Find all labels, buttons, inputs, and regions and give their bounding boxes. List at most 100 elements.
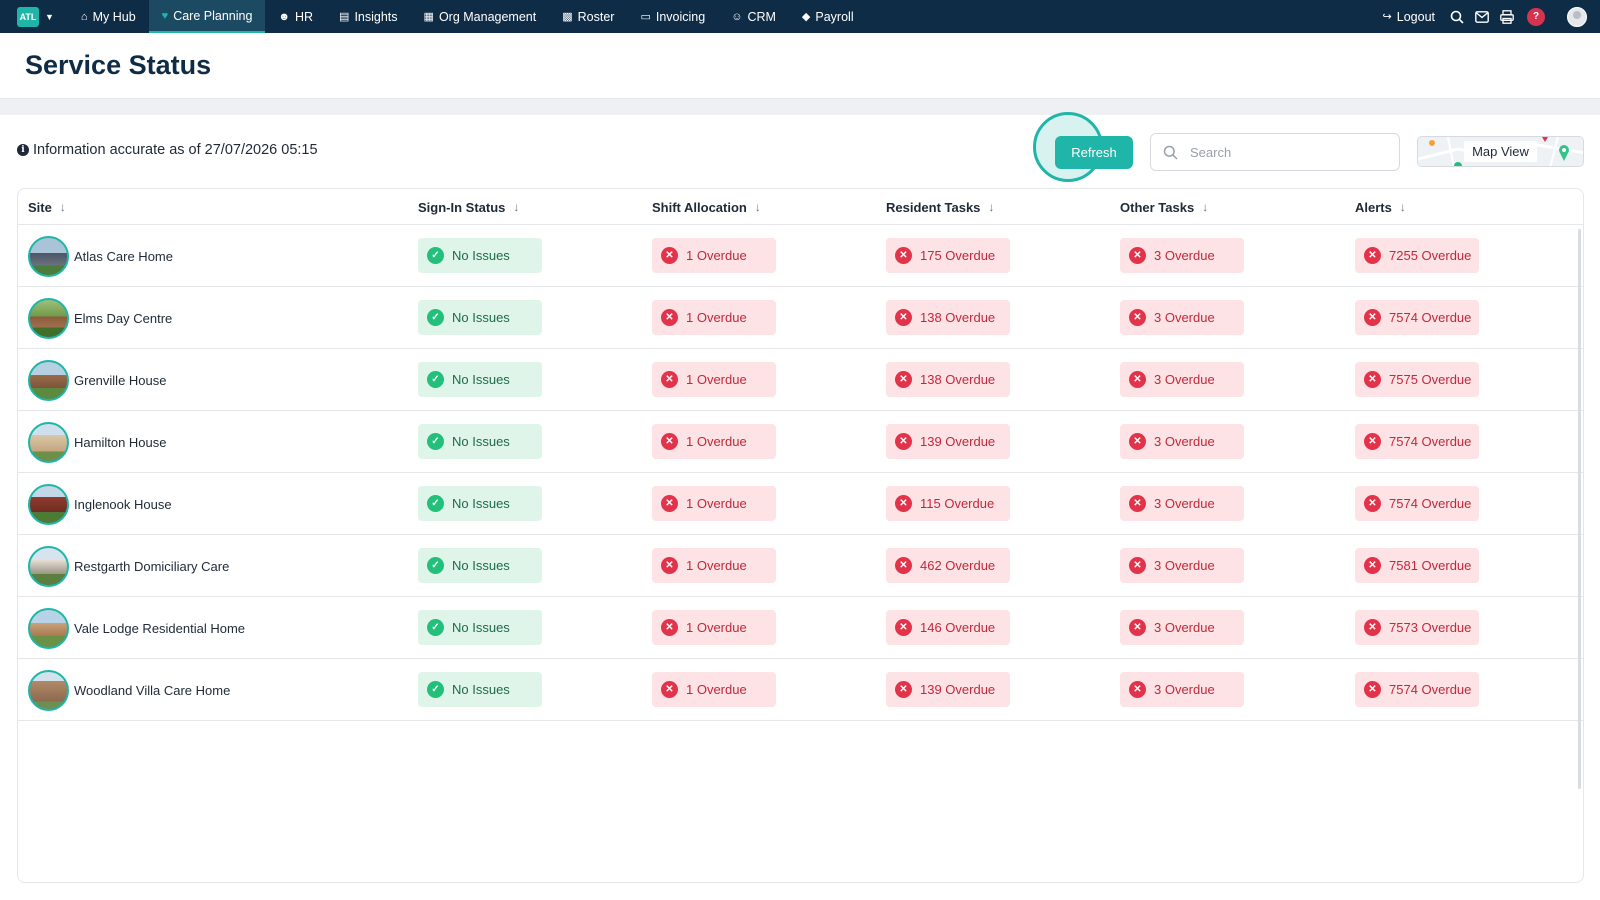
other-tasks-badge[interactable]: ✕ 3 Overdue bbox=[1120, 486, 1244, 521]
table-row[interactable]: Grenville House ✓ No Issues ✕ 1 Overdue ✕ 1… bbox=[18, 349, 1583, 411]
nav-item-hr[interactable]: ☻ HR bbox=[265, 0, 326, 33]
shift-allocation-badge[interactable]: ✕ 1 Overdue bbox=[652, 548, 776, 583]
table-scrollbar[interactable] bbox=[1578, 229, 1581, 789]
resident-tasks-badge[interactable]: ✕ 138 Overdue bbox=[886, 362, 1010, 397]
nav-item-label: My Hub bbox=[92, 9, 136, 24]
map-view-button[interactable]: Map View bbox=[1417, 136, 1584, 167]
resident-tasks-badge[interactable]: ✕ 146 Overdue bbox=[886, 610, 1010, 645]
sign-in-status-badge[interactable]: ✓ No Issues bbox=[418, 238, 542, 273]
table-row[interactable]: Inglenook House ✓ No Issues ✕ 1 Overdue ✕ 1… bbox=[18, 473, 1583, 535]
search-input[interactable] bbox=[1190, 144, 1390, 160]
alerts-badge[interactable]: ✕ 7575 Overdue bbox=[1355, 362, 1479, 397]
site-cell[interactable]: Inglenook House bbox=[28, 484, 172, 525]
table-row[interactable]: Elms Day Centre ✓ No Issues ✕ 1 Overdue ✕ 1… bbox=[18, 287, 1583, 349]
shift-allocation-badge[interactable]: ✕ 1 Overdue bbox=[652, 486, 776, 521]
site-cell[interactable]: Vale Lodge Residential Home bbox=[28, 608, 245, 649]
alerts-badge[interactable]: ✕ 7581 Overdue bbox=[1355, 548, 1479, 583]
column-header-other-tasks[interactable]: Other Tasks ↓ bbox=[1120, 189, 1208, 225]
table-header: Site ↓ Sign-In Status ↓ Shift Allocation ↓ … bbox=[18, 189, 1583, 225]
site-cell[interactable]: Atlas Care Home bbox=[28, 236, 173, 277]
site-cell[interactable]: Restgarth Domiciliary Care bbox=[28, 546, 229, 587]
alerts-badge[interactable]: ✕ 7574 Overdue bbox=[1355, 672, 1479, 707]
sign-in-status-badge[interactable]: ✓ No Issues bbox=[418, 424, 542, 459]
shift-allocation-badge[interactable]: ✕ 1 Overdue bbox=[652, 362, 776, 397]
site-cell[interactable]: Grenville House bbox=[28, 360, 167, 401]
user-avatar[interactable] bbox=[1567, 6, 1587, 27]
column-header-site[interactable]: Site ↓ bbox=[28, 189, 66, 225]
column-header-alerts[interactable]: Alerts ↓ bbox=[1355, 189, 1406, 225]
sign-in-status-badge[interactable]: ✓ No Issues bbox=[418, 300, 542, 335]
sign-in-status-badge[interactable]: ✓ No Issues bbox=[418, 610, 542, 645]
table-row[interactable]: Hamilton House ✓ No Issues ✕ 1 Overdue ✕ 13… bbox=[18, 411, 1583, 473]
alerts-badge[interactable]: ✕ 7573 Overdue bbox=[1355, 610, 1479, 645]
shift-allocation-badge[interactable]: ✕ 1 Overdue bbox=[652, 238, 776, 273]
resident-tasks-badge[interactable]: ✕ 139 Overdue bbox=[886, 424, 1010, 459]
help-button[interactable]: ? bbox=[1527, 7, 1545, 26]
refresh-button[interactable]: Refresh bbox=[1055, 136, 1133, 169]
resident-tasks-badge[interactable]: ✕ 175 Overdue bbox=[886, 238, 1010, 273]
nav-item-insights[interactable]: ▤ Insights bbox=[326, 0, 411, 33]
nav-item-org-management[interactable]: ▦ Org Management bbox=[411, 0, 550, 33]
alerts-badge[interactable]: ✕ 7255 Overdue bbox=[1355, 238, 1479, 273]
app-switcher[interactable]: ATL ▼ bbox=[17, 0, 54, 33]
badge-label: 1 Overdue bbox=[686, 248, 747, 263]
other-tasks-badge[interactable]: ✕ 3 Overdue bbox=[1120, 300, 1244, 335]
alerts-badge[interactable]: ✕ 7574 Overdue bbox=[1355, 300, 1479, 335]
table-row[interactable]: Atlas Care Home ✓ No Issues ✕ 1 Overdue ✕ 1… bbox=[18, 225, 1583, 287]
sign-in-status-badge[interactable]: ✓ No Issues bbox=[418, 672, 542, 707]
nav-item-roster[interactable]: ▩ Roster bbox=[549, 0, 627, 33]
sign-in-status-badge[interactable]: ✓ No Issues bbox=[418, 548, 542, 583]
shift-allocation-badge[interactable]: ✕ 1 Overdue bbox=[652, 300, 776, 335]
other-tasks-badge[interactable]: ✕ 3 Overdue bbox=[1120, 610, 1244, 645]
x-circle-icon: ✕ bbox=[661, 371, 678, 388]
shift-allocation-badge[interactable]: ✕ 1 Overdue bbox=[652, 424, 776, 459]
table-row[interactable]: Woodland Villa Care Home ✓ No Issues ✕ 1 O… bbox=[18, 659, 1583, 721]
table-row[interactable]: Vale Lodge Residential Home ✓ No Issues ✕… bbox=[18, 597, 1583, 659]
check-circle-icon: ✓ bbox=[427, 247, 444, 264]
logout-button[interactable]: ↪ Logout bbox=[1383, 10, 1435, 24]
badge-label: 138 Overdue bbox=[920, 372, 996, 387]
alerts-badge[interactable]: ✕ 7574 Overdue bbox=[1355, 424, 1479, 459]
nav-item-invoicing[interactable]: ▭ Invoicing bbox=[627, 0, 718, 33]
other-tasks-badge[interactable]: ✕ 3 Overdue bbox=[1120, 238, 1244, 273]
column-header-resident-tasks[interactable]: Resident Tasks ↓ bbox=[886, 189, 994, 225]
mail-icon[interactable] bbox=[1474, 9, 1490, 25]
column-header-shift-allocation[interactable]: Shift Allocation ↓ bbox=[652, 189, 761, 225]
column-header-sign-in-status[interactable]: Sign-In Status ↓ bbox=[418, 189, 519, 225]
search-icon[interactable] bbox=[1449, 9, 1465, 25]
other-tasks-badge[interactable]: ✕ 3 Overdue bbox=[1120, 672, 1244, 707]
site-cell[interactable]: Woodland Villa Care Home bbox=[28, 670, 230, 711]
site-cell[interactable]: Hamilton House bbox=[28, 422, 167, 463]
nav-item-my-hub[interactable]: ⌂ My Hub bbox=[68, 0, 149, 33]
sign-in-status-badge[interactable]: ✓ No Issues bbox=[418, 362, 542, 397]
nav-item-payroll[interactable]: ◆ Payroll bbox=[789, 0, 867, 33]
print-icon[interactable] bbox=[1499, 9, 1515, 25]
nav-item-crm[interactable]: ☺ CRM bbox=[718, 0, 789, 33]
nav-item-label: HR bbox=[294, 9, 314, 24]
resident-tasks-badge[interactable]: ✕ 462 Overdue bbox=[886, 548, 1010, 583]
other-tasks-badge[interactable]: ✕ 3 Overdue bbox=[1120, 424, 1244, 459]
table-row[interactable]: Restgarth Domiciliary Care ✓ No Issues ✕ 1… bbox=[18, 535, 1583, 597]
alerts-badge[interactable]: ✕ 7574 Overdue bbox=[1355, 486, 1479, 521]
resident-tasks-badge[interactable]: ✕ 139 Overdue bbox=[886, 672, 1010, 707]
nav-item-care-planning[interactable]: ♥ Care Planning bbox=[148, 0, 266, 33]
x-circle-icon: ✕ bbox=[1364, 247, 1381, 264]
other-tasks-badge[interactable]: ✕ 3 Overdue bbox=[1120, 362, 1244, 397]
nav-item-label: Invoicing bbox=[655, 9, 706, 24]
badge-label: 139 Overdue bbox=[920, 682, 996, 697]
badge-label: 7581 Overdue bbox=[1389, 558, 1472, 573]
sort-arrow-icon: ↓ bbox=[1202, 200, 1209, 214]
tag-icon: ◆ bbox=[801, 11, 811, 23]
logout-label: Logout bbox=[1396, 9, 1435, 24]
resident-tasks-badge[interactable]: ✕ 115 Overdue bbox=[886, 486, 1010, 521]
sort-arrow-icon: ↓ bbox=[988, 200, 995, 214]
shift-allocation-badge[interactable]: ✕ 1 Overdue bbox=[652, 672, 776, 707]
resident-tasks-badge[interactable]: ✕ 138 Overdue bbox=[886, 300, 1010, 335]
shift-allocation-badge[interactable]: ✕ 1 Overdue bbox=[652, 610, 776, 645]
check-circle-icon: ✓ bbox=[427, 371, 444, 388]
other-tasks-badge[interactable]: ✕ 3 Overdue bbox=[1120, 548, 1244, 583]
x-circle-icon: ✕ bbox=[1364, 681, 1381, 698]
site-cell[interactable]: Elms Day Centre bbox=[28, 298, 172, 339]
check-circle-icon: ✓ bbox=[427, 557, 444, 574]
sign-in-status-badge[interactable]: ✓ No Issues bbox=[418, 486, 542, 521]
